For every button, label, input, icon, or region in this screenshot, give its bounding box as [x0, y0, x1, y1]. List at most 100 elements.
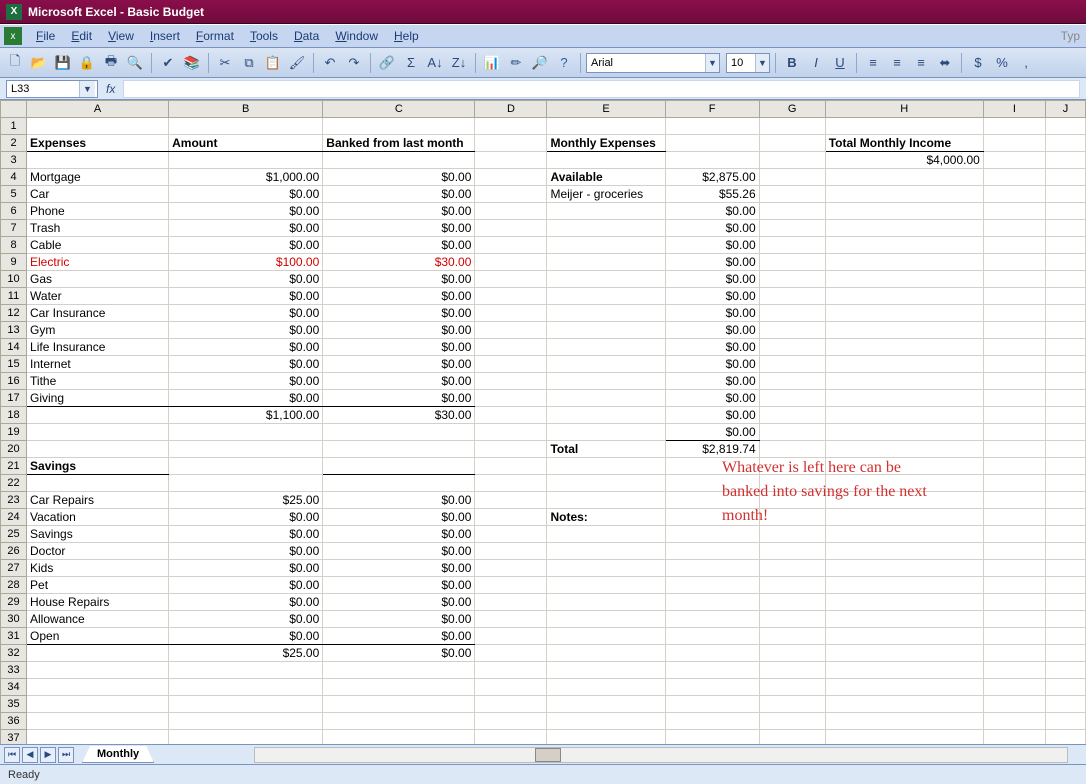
cell-F8[interactable]: $0.00	[665, 237, 759, 254]
cell-C20[interactable]	[323, 441, 475, 458]
cell-J33[interactable]	[1045, 662, 1085, 679]
cell-J36[interactable]	[1045, 713, 1085, 730]
row-header-1[interactable]: 1	[1, 118, 27, 135]
chevron-down-icon[interactable]: ▼	[705, 54, 719, 72]
cell-E8[interactable]	[547, 237, 665, 254]
cell-F3[interactable]	[665, 152, 759, 169]
cell-A16[interactable]: Tithe	[27, 373, 169, 390]
cell-B18[interactable]: $1,100.00	[169, 407, 323, 424]
cell-C33[interactable]	[323, 662, 475, 679]
cell-A15[interactable]: Internet	[27, 356, 169, 373]
cell-D19[interactable]	[475, 424, 547, 441]
cell-B2[interactable]: Amount	[169, 135, 323, 152]
tab-last-icon[interactable]: ⏭	[58, 747, 74, 763]
cell-B3[interactable]	[169, 152, 323, 169]
cell-H18[interactable]	[825, 407, 983, 424]
cell-C15[interactable]: $0.00	[323, 356, 475, 373]
cell-A18[interactable]	[27, 407, 169, 424]
cell-F12[interactable]: $0.00	[665, 305, 759, 322]
cell-B31[interactable]: $0.00	[169, 628, 323, 645]
cell-G15[interactable]	[759, 356, 825, 373]
row-header-11[interactable]: 11	[1, 288, 27, 305]
cell-B16[interactable]: $0.00	[169, 373, 323, 390]
cell-I32[interactable]	[983, 645, 1045, 662]
cell-D12[interactable]	[475, 305, 547, 322]
cell-E7[interactable]	[547, 220, 665, 237]
tab-next-icon[interactable]: ▶	[40, 747, 56, 763]
cell-G29[interactable]	[759, 594, 825, 611]
cell-G18[interactable]	[759, 407, 825, 424]
cell-C19[interactable]	[323, 424, 475, 441]
cell-D7[interactable]	[475, 220, 547, 237]
cell-B34[interactable]	[169, 679, 323, 696]
cell-H10[interactable]	[825, 271, 983, 288]
cell-D18[interactable]	[475, 407, 547, 424]
undo-icon[interactable]: ↶	[319, 52, 341, 74]
row-header-10[interactable]: 10	[1, 271, 27, 288]
cell-E16[interactable]	[547, 373, 665, 390]
cell-G11[interactable]	[759, 288, 825, 305]
cell-A14[interactable]: Life Insurance	[27, 339, 169, 356]
cell-D6[interactable]	[475, 203, 547, 220]
cell-D31[interactable]	[475, 628, 547, 645]
cell-C25[interactable]: $0.00	[323, 526, 475, 543]
cell-F6[interactable]: $0.00	[665, 203, 759, 220]
cell-F27[interactable]	[665, 560, 759, 577]
cell-E26[interactable]	[547, 543, 665, 560]
cell-A17[interactable]: Giving	[27, 390, 169, 407]
col-header-H[interactable]: H	[825, 101, 983, 118]
cell-G30[interactable]	[759, 611, 825, 628]
cell-J15[interactable]	[1045, 356, 1085, 373]
cell-G36[interactable]	[759, 713, 825, 730]
cell-A22[interactable]	[27, 475, 169, 492]
cell-H15[interactable]	[825, 356, 983, 373]
cell-B23[interactable]: $25.00	[169, 492, 323, 509]
row-header-9[interactable]: 9	[1, 254, 27, 271]
cell-G25[interactable]	[759, 526, 825, 543]
cell-E28[interactable]	[547, 577, 665, 594]
cell-G32[interactable]	[759, 645, 825, 662]
cell-D17[interactable]	[475, 390, 547, 407]
cell-C14[interactable]: $0.00	[323, 339, 475, 356]
row-header-26[interactable]: 26	[1, 543, 27, 560]
scrollbar-thumb[interactable]	[535, 748, 561, 762]
cell-F22[interactable]	[665, 475, 759, 492]
cell-E13[interactable]	[547, 322, 665, 339]
cell-E36[interactable]	[547, 713, 665, 730]
cell-B26[interactable]: $0.00	[169, 543, 323, 560]
cell-E23[interactable]	[547, 492, 665, 509]
cell-D29[interactable]	[475, 594, 547, 611]
cell-I34[interactable]	[983, 679, 1045, 696]
cell-D4[interactable]	[475, 169, 547, 186]
cell-J17[interactable]	[1045, 390, 1085, 407]
cell-A31[interactable]: Open	[27, 628, 169, 645]
autosum-icon[interactable]: Σ	[400, 52, 422, 74]
cell-C28[interactable]: $0.00	[323, 577, 475, 594]
cell-E32[interactable]	[547, 645, 665, 662]
row-header-12[interactable]: 12	[1, 305, 27, 322]
cell-E5[interactable]: Meijer - groceries	[547, 186, 665, 203]
row-header-28[interactable]: 28	[1, 577, 27, 594]
cell-H8[interactable]	[825, 237, 983, 254]
cell-I11[interactable]	[983, 288, 1045, 305]
chart-wizard-icon[interactable]: 📊	[481, 52, 503, 74]
cell-H32[interactable]	[825, 645, 983, 662]
cell-A4[interactable]: Mortgage	[27, 169, 169, 186]
cell-B25[interactable]: $0.00	[169, 526, 323, 543]
cell-I10[interactable]	[983, 271, 1045, 288]
cell-I4[interactable]	[983, 169, 1045, 186]
cell-E22[interactable]	[547, 475, 665, 492]
cell-C1[interactable]	[323, 118, 475, 135]
col-header-B[interactable]: B	[169, 101, 323, 118]
cell-C26[interactable]: $0.00	[323, 543, 475, 560]
cell-E20[interactable]: Total	[547, 441, 665, 458]
cell-H21[interactable]	[825, 458, 983, 475]
cell-G5[interactable]	[759, 186, 825, 203]
cell-A27[interactable]: Kids	[27, 560, 169, 577]
cell-E24[interactable]: Notes:	[547, 509, 665, 526]
cell-H6[interactable]	[825, 203, 983, 220]
merge-center-icon[interactable]: ⬌	[934, 52, 956, 74]
cell-G19[interactable]	[759, 424, 825, 441]
col-header-G[interactable]: G	[759, 101, 825, 118]
cell-F30[interactable]	[665, 611, 759, 628]
